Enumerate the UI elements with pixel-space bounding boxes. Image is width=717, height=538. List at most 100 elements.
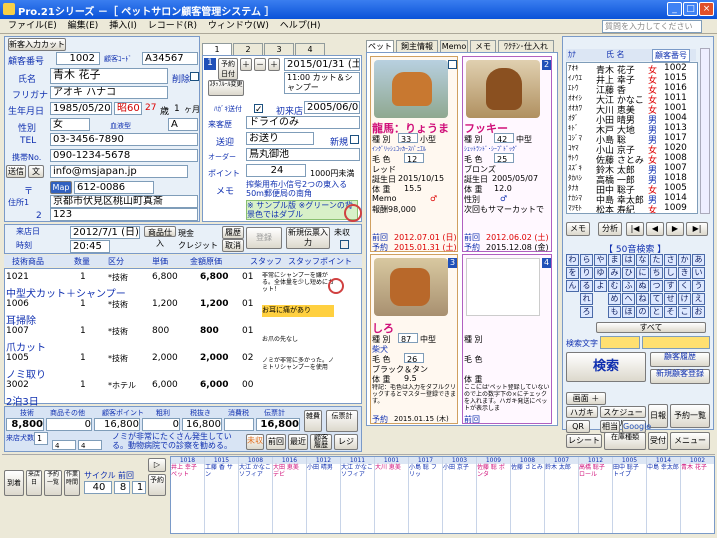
help-search-input[interactable]: 質問を入力してください <box>602 20 702 33</box>
calendar-slot[interactable]: 1005 田中 聡子 トイプ <box>613 457 647 533</box>
calendar-slot[interactable]: 1002 青木 花子 <box>681 457 714 533</box>
table-row[interactable]: 1005 1 *技術 2,000 2,000 02 ノミ取り ノミが非常に多かっ… <box>4 351 362 381</box>
search-text-input-2[interactable] <box>642 336 710 349</box>
kana-key[interactable]: む <box>608 280 621 292</box>
prev-days-field[interactable]: 8 <box>114 481 130 494</box>
pet-color[interactable]: 12 <box>404 153 424 163</box>
kana-key[interactable]: こ <box>678 306 691 318</box>
kana-key[interactable]: ほ <box>622 306 635 318</box>
kana-key[interactable]: め <box>608 293 621 305</box>
reception-button[interactable]: 受付 <box>648 432 668 450</box>
reserve-date-button[interactable]: 予約日付 <box>218 58 238 80</box>
show-all-button[interactable]: すべて <box>596 322 706 333</box>
search-text-input[interactable] <box>600 336 640 349</box>
dm-checkbox[interactable]: ✓ <box>254 104 263 115</box>
kana-key[interactable]: さ <box>664 254 677 266</box>
kana-key[interactable]: れ <box>580 293 593 305</box>
prev-record-button[interactable]: ◀ <box>646 222 664 236</box>
calendar-slot[interactable]: 1011 大江 かなこ ソフィア <box>341 457 375 533</box>
list-item[interactable]: ｽｽﾞｷ 鈴木 太郎男 1007 <box>568 163 696 176</box>
tel-field[interactable]: 03-3456-7890 <box>50 133 198 146</box>
new-slip-button[interactable]: 新規伝票入力 <box>286 227 330 249</box>
sex-select[interactable]: 女 <box>50 118 90 131</box>
menu-edit[interactable]: 編集(E) <box>68 19 99 34</box>
cash-radio[interactable]: 現金 <box>178 228 194 239</box>
calendar-slot[interactable]: 1015 工藤 香 サン <box>205 457 239 533</box>
list-item[interactable]: ｱｵｷ 青木 花子女 1002 <box>568 63 696 76</box>
time-field[interactable]: 20:45 <box>70 240 110 253</box>
reserve-prev-button[interactable]: ＋ <box>240 58 252 71</box>
email-field[interactable]: info@msjapan.jp <box>50 165 188 178</box>
kana-key[interactable]: け <box>678 293 691 305</box>
kana-key[interactable]: そ <box>664 306 677 318</box>
reserve-minus-button[interactable]: － <box>254 58 266 71</box>
kana-key[interactable]: ち <box>650 267 663 279</box>
mobile-field[interactable]: 090-1234-5678 <box>50 149 198 162</box>
calendar-slot[interactable]: 1008 大江 かなこ ソフィア <box>239 457 273 533</box>
delete-checkbox[interactable] <box>190 72 199 81</box>
next-record-button[interactable]: ▶ <box>666 222 684 236</box>
register-button[interactable]: 登録 <box>246 227 282 249</box>
send-button[interactable]: 送信 <box>6 165 26 178</box>
visit-date-button[interactable]: 来店日 <box>26 470 42 496</box>
prev-button[interactable]: 前回 <box>266 434 286 450</box>
kana-key[interactable]: あ <box>692 254 705 266</box>
kana-key[interactable]: す <box>664 280 677 292</box>
send-select[interactable]: お送り <box>246 132 314 145</box>
pet-color[interactable]: 26 <box>404 353 424 363</box>
visit-date-field[interactable]: 2012/7/1 (日) <box>70 226 140 239</box>
daily-report-button[interactable]: 日報 <box>648 404 668 428</box>
calendar-slot[interactable]: 1007 鈴木 太郎 <box>545 457 579 533</box>
pet-checkbox[interactable] <box>448 60 457 69</box>
menu-file[interactable]: ファイル(E) <box>8 19 57 34</box>
kana-key[interactable]: ん <box>566 280 579 292</box>
calendar-slot[interactable]: 1009 佐藤 聡 ポンタ <box>477 457 511 533</box>
unsettled-button[interactable]: 未収 <box>246 434 264 450</box>
memo-button[interactable]: メモ <box>566 222 590 236</box>
reserve-service-field[interactable]: 11:00 カット＆シャンプー <box>284 72 360 94</box>
order-field[interactable]: 鳥丸御池 <box>246 148 360 161</box>
slip-total-button[interactable]: 伝票計 <box>326 410 358 432</box>
reserve-date-field[interactable]: 2015/01/31 (土) <box>284 58 360 71</box>
table-row[interactable]: 3002 1 *ホテル 6,000 6,000 00 2泊3日 <box>4 378 362 408</box>
list-item[interactable]: ﾅｶｼﾏ 中島 幸太郎男 1014 <box>568 193 696 206</box>
credit-radio[interactable]: クレジット <box>178 240 218 251</box>
reserve-next-button[interactable]: ＋ <box>268 58 280 71</box>
customer-history-button[interactable]: 顧客履歴 <box>310 434 332 450</box>
kana-key[interactable]: う <box>692 280 705 292</box>
schedule-button[interactable]: スケジュール <box>600 406 646 428</box>
kana-key[interactable]: ふ <box>622 280 635 292</box>
list-item[interactable]: ｻﾄｳ 佐藤 さとみ女 1008 <box>568 153 696 166</box>
first-record-button[interactable]: |◀ <box>626 222 644 236</box>
menu-insert[interactable]: 挿入(I) <box>109 19 137 34</box>
kana-key[interactable]: ゆ <box>594 267 607 279</box>
calendar-slot[interactable]: 1001 大川 恵美 <box>375 457 409 533</box>
table-row[interactable]: 1021 1 *技術 6,800 6,800 01 中型犬カット＋シャンプー 非… <box>4 270 362 300</box>
receipt-button[interactable]: レシート <box>566 434 602 448</box>
reserve-list-button[interactable]: 予約一覧 <box>44 470 62 496</box>
document-button[interactable]: 文 <box>28 165 44 178</box>
misc-button[interactable]: 雑費 <box>304 410 322 432</box>
kana-key[interactable]: た <box>650 254 663 266</box>
name-field[interactable]: 青木 花子 <box>50 68 168 84</box>
staff-change-button[interactable]: ｽﾀｯﾌﾙｰﾙ変更 <box>208 80 244 96</box>
menu-button[interactable]: メニュー <box>670 432 710 450</box>
kana-key[interactable]: せ <box>664 293 677 305</box>
menu-help[interactable]: ヘルプ(H) <box>280 19 321 34</box>
hagaki-button[interactable]: ハガキ <box>566 406 598 418</box>
kana-key[interactable]: ろ <box>580 306 593 318</box>
kana-key[interactable]: り <box>580 267 593 279</box>
kana-key[interactable]: か <box>678 254 691 266</box>
new-checkbox[interactable] <box>350 135 359 144</box>
last-record-button[interactable]: ▶| <box>686 222 708 236</box>
map-button[interactable]: Map <box>50 181 72 194</box>
kana-key[interactable]: へ <box>622 293 635 305</box>
maximize-button[interactable]: □ <box>683 2 698 16</box>
list-item[interactable]: ｲﾉｳｴ 井上 幸子女 1015 <box>568 73 696 86</box>
kana-key[interactable]: く <box>678 280 691 292</box>
calendar-slot[interactable]: 1012 小田 晴男 <box>307 457 341 533</box>
point-field[interactable]: 24 <box>246 164 306 177</box>
arrive-button[interactable]: 到着 <box>4 470 24 496</box>
reservation-list-button[interactable]: 予約一覧 <box>670 404 710 428</box>
kana-key[interactable]: ら <box>580 254 593 266</box>
